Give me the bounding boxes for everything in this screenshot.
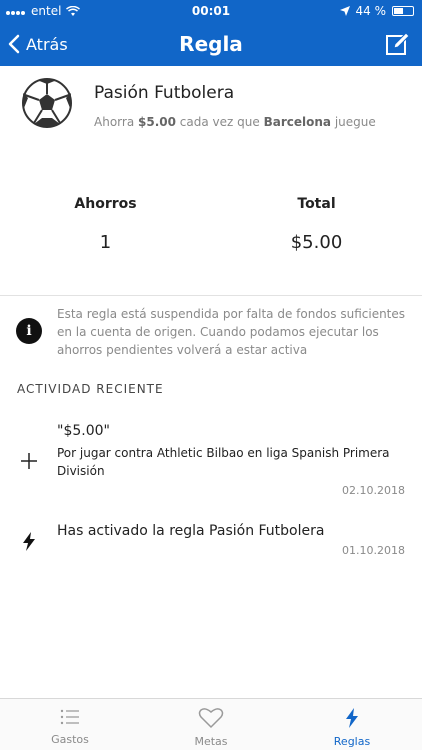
savings-value: 1 (99, 232, 112, 253)
rule-desc-prefix: Ahorra (94, 115, 135, 129)
activity-date: 01.10.2018 (342, 544, 405, 557)
tab-metas[interactable]: Metas (141, 699, 281, 750)
rule-header: Pasión Futbolera Ahorra $5.00 cada vez q… (0, 66, 422, 176)
rule-desc-suffix: juegue (334, 115, 376, 129)
total-stat: Total $5.00 (211, 196, 422, 253)
plus-icon (21, 453, 37, 469)
info-icon: i (16, 318, 42, 344)
tab-gastos[interactable]: Gastos (0, 699, 140, 750)
total-value: $5.00 (290, 232, 343, 253)
activity-item: "$5.00" Por jugar contra Athletic Bilbao… (0, 420, 422, 500)
activity-title: "$5.00" (57, 423, 110, 439)
status-right: 44 % (339, 4, 414, 18)
location-icon (339, 6, 350, 16)
tab-label: Gastos (51, 733, 89, 746)
page-title: Regla (179, 32, 243, 56)
rule-team: Barcelona (263, 115, 331, 129)
activity-date: 02.10.2018 (342, 484, 405, 497)
status-bar: entel 00:01 44 % (0, 0, 422, 22)
total-label: Total (297, 196, 336, 212)
activity-item: Has activado la regla Pasión Futbolera 0… (0, 520, 422, 565)
savings-stat: Ahorros 1 (0, 196, 211, 253)
notice-text: Esta regla está suspendida por falta de … (57, 307, 406, 357)
battery-percent: 44 % (355, 4, 387, 18)
tab-label: Metas (194, 735, 228, 748)
battery-icon (392, 6, 414, 16)
navigation-bar: Atrás Regla (0, 22, 422, 66)
rule-stats: Ahorros 1 Total $5.00 (0, 196, 422, 276)
rule-description: Ahorra $5.00 cada vez que Barcelona jueg… (94, 115, 376, 129)
tab-reglas[interactable]: Reglas (282, 699, 422, 750)
rule-desc-mid: cada vez que (179, 115, 260, 129)
bolt-icon (23, 532, 35, 551)
rule-amount: $5.00 (138, 115, 176, 129)
soccer-ball-icon (22, 78, 72, 128)
activity-title: Has activado la regla Pasión Futbolera (57, 523, 325, 539)
list-icon (60, 709, 79, 725)
tab-bar: Gastos Metas Reglas (0, 698, 422, 750)
heart-icon (198, 708, 224, 729)
section-title: ACTIVIDAD RECIENTE (17, 382, 164, 396)
savings-label: Ahorros (74, 196, 137, 212)
bolt-icon (346, 708, 358, 728)
tab-label: Reglas (333, 735, 371, 748)
edit-icon[interactable] (384, 30, 412, 58)
suspension-notice: i Esta regla está suspendida por falta d… (0, 296, 422, 366)
activity-description: Por jugar contra Athletic Bilbao en liga… (57, 446, 390, 478)
rule-name: Pasión Futbolera (94, 83, 235, 103)
